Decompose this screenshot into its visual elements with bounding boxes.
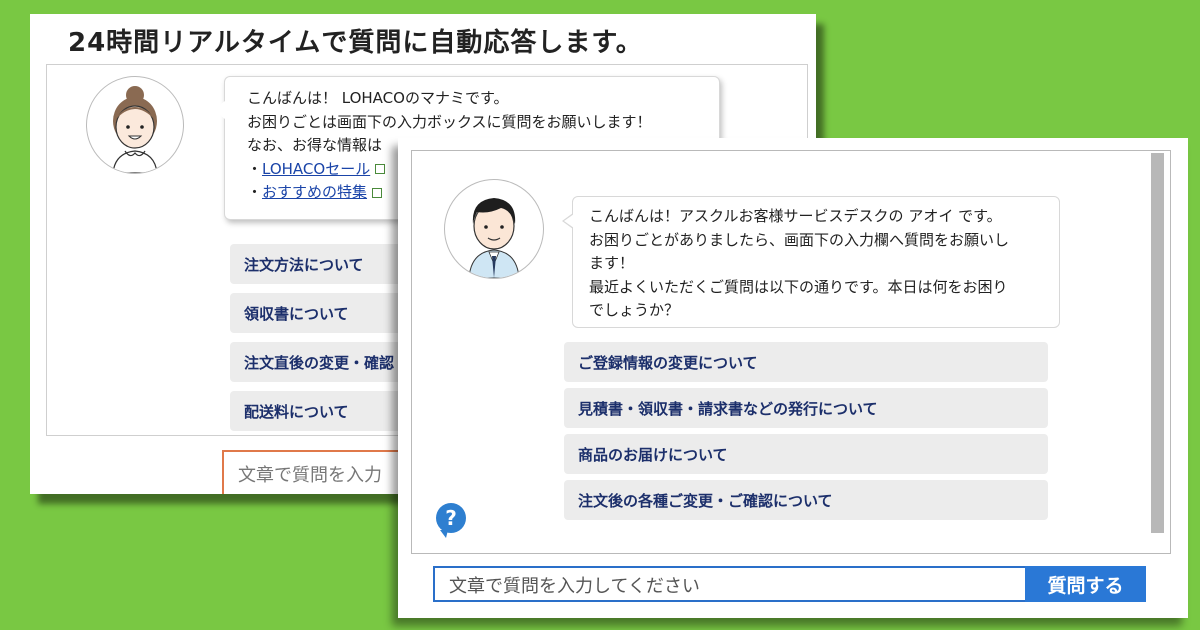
submit-question-button[interactable]: 質問する xyxy=(1025,566,1146,602)
male-avatar-icon xyxy=(468,198,520,278)
recommended-feature-link[interactable]: おすすめの特集 xyxy=(262,183,367,201)
instruction-line: お困りごとがありましたら、画面下の入力欄へ質問をお願いし xyxy=(589,230,1010,249)
faq-intro-line-cont: でしょうか？ xyxy=(589,301,680,319)
greeting-line: こんばんは！ LOHACOのマナミです。 xyxy=(247,89,509,107)
greeting-line: こんばんは！アスクルお客様サービスデスクの アオイ です。 xyxy=(589,207,1002,225)
lohaco-sale-link[interactable]: LOHACOセール xyxy=(262,160,370,178)
faq-intro-line: 最近よくいただくご質問は以下の通りです。本日は何をお困り xyxy=(589,277,1008,296)
male-operator-avatar xyxy=(444,179,544,279)
front-chat-panel: こんばんは！アスクルお客様サービスデスクの アオイ です。 お困りごとがありまし… xyxy=(411,150,1171,554)
female-operator-avatar xyxy=(86,76,184,174)
faq-button-order-modification[interactable]: 注文後の各種ご変更・ご確認について xyxy=(564,480,1048,520)
front-greeting-bubble: こんばんは！アスクルお客様サービスデスクの アオイ です。 お困りごとがありまし… xyxy=(562,196,1060,328)
female-avatar-icon xyxy=(112,86,158,173)
external-link-icon xyxy=(375,164,386,174)
back-question-input[interactable]: 文章で質問を入力 xyxy=(222,450,422,494)
help-question-icon[interactable]: ? xyxy=(436,503,466,538)
faq-button-delivery[interactable]: 商品のお届けについて xyxy=(564,434,1048,474)
faq-button-documents[interactable]: 見積書・領収書・請求書などの発行について xyxy=(564,388,1048,428)
instruction-line-cont: ます！ xyxy=(589,254,635,272)
instruction-line: お困りごとは画面下の入力ボックスに質問をお願いします！ xyxy=(247,112,652,131)
askul-chat-window: こんばんは！アスクルお客様サービスデスクの アオイ です。 お困りごとがありまし… xyxy=(398,138,1188,618)
external-link-icon xyxy=(372,187,383,198)
scrollbar[interactable] xyxy=(1151,153,1164,533)
question-input[interactable]: 文章で質問を入力してください xyxy=(433,566,1025,602)
page-title: 24時間リアルタイムで質問に自動応答します。 xyxy=(68,28,643,58)
faq-button-registration-change[interactable]: ご登録情報の変更について xyxy=(564,342,1048,382)
